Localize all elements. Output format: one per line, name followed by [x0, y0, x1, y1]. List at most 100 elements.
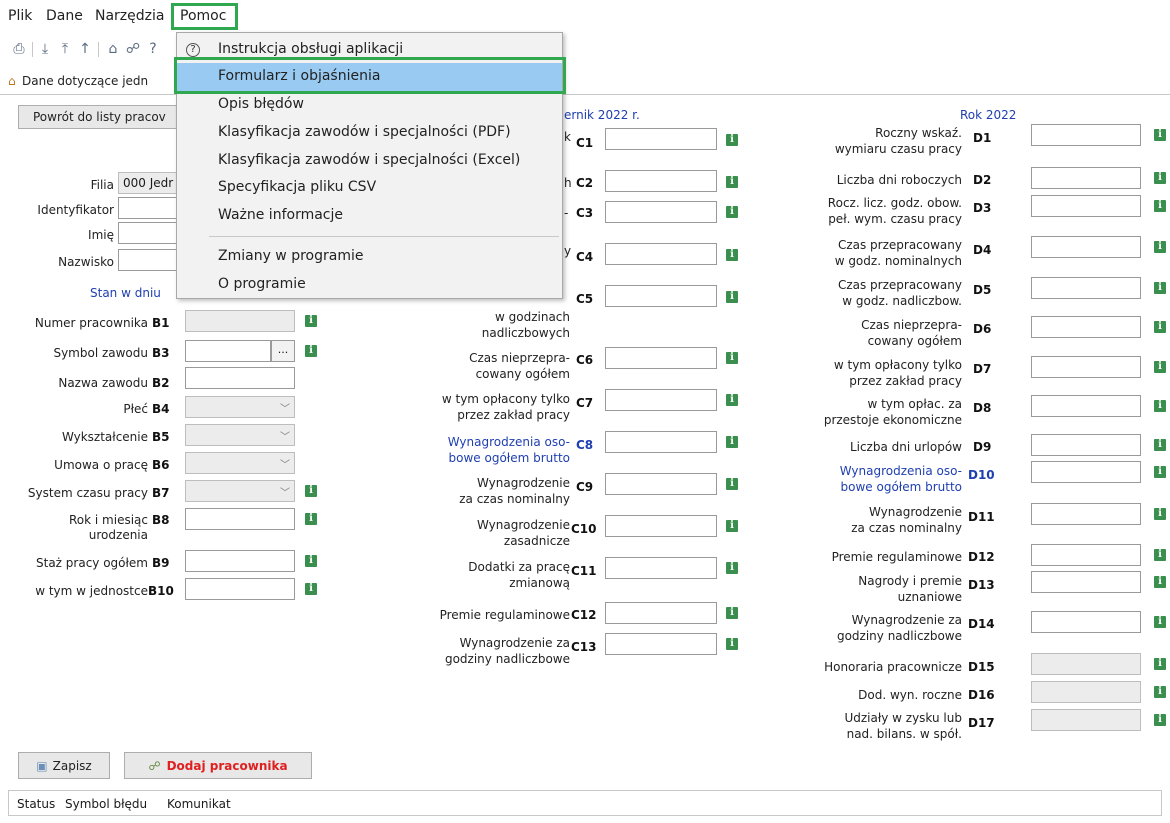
menu-dane[interactable]: Dane [46, 8, 83, 24]
info-icon[interactable]: i [726, 520, 738, 532]
d4-input[interactable] [1031, 236, 1141, 258]
b4-select[interactable]: ﹀ [185, 396, 295, 418]
info-icon[interactable]: i [726, 394, 738, 406]
info-icon[interactable]: i [1154, 616, 1166, 628]
b7-select[interactable]: ﹀ [185, 480, 295, 502]
upload-icon[interactable]: ↑ [76, 40, 94, 58]
identyfikator-input[interactable] [118, 197, 178, 219]
c10-input[interactable] [605, 515, 717, 537]
d3-input[interactable] [1031, 195, 1141, 217]
d12-input[interactable] [1031, 544, 1141, 566]
b3-browse-button[interactable]: ... [271, 340, 295, 362]
c6-input[interactable] [605, 347, 717, 369]
tab-dane-jednostki[interactable]: ⌂ Dane dotyczące jedn [8, 74, 148, 88]
menu-narzedzia[interactable]: Narzędzia [95, 8, 164, 24]
d2-input[interactable] [1031, 167, 1141, 189]
menu-item-klasyfikacja-excel[interactable]: Klasyfikacja zawodów i specjalności (Exc… [218, 152, 520, 168]
imie-input[interactable] [118, 222, 178, 244]
info-icon[interactable]: i [305, 513, 317, 525]
menu-item-o-programie[interactable]: O programie [218, 276, 306, 292]
info-icon[interactable]: i [1154, 361, 1166, 373]
d16-input[interactable] [1031, 681, 1141, 703]
info-icon[interactable]: i [1154, 576, 1166, 588]
d1-input[interactable] [1031, 124, 1141, 146]
menu-item-zmiany[interactable]: Zmiany w programie [218, 248, 363, 264]
d9-input[interactable] [1031, 434, 1141, 456]
info-icon[interactable]: i [1154, 200, 1166, 212]
info-icon[interactable]: i [1154, 508, 1166, 520]
d5-input[interactable] [1031, 277, 1141, 299]
print-icon[interactable]: ⎙ [10, 40, 28, 58]
info-icon[interactable]: i [1154, 172, 1166, 184]
info-icon[interactable]: i [1154, 282, 1166, 294]
menu-plik[interactable]: Plik [8, 8, 32, 24]
info-icon[interactable]: i [726, 352, 738, 364]
menu-item-opis-bledow[interactable]: Opis błędów [218, 96, 304, 112]
users-icon[interactable]: ☍ [124, 40, 142, 58]
info-icon[interactable]: i [726, 436, 738, 448]
b2-input[interactable] [185, 367, 295, 389]
save-button[interactable]: ▣ Zapisz [18, 752, 110, 779]
info-icon[interactable]: i [305, 345, 317, 357]
menu-item-wazne-informacje[interactable]: Ważne informacje [218, 207, 343, 223]
home-icon[interactable]: ⌂ [104, 40, 122, 58]
info-icon[interactable]: i [1154, 241, 1166, 253]
add-employee-button[interactable]: ☍ Dodaj pracownika [124, 752, 312, 779]
info-icon[interactable]: i [1154, 466, 1166, 478]
nazwisko-input[interactable] [118, 249, 178, 271]
b10-input[interactable] [185, 578, 295, 600]
info-icon[interactable]: i [305, 555, 317, 567]
d13-input[interactable] [1031, 571, 1141, 593]
help-icon[interactable]: ? [144, 40, 162, 58]
status-col-status[interactable]: Status [17, 797, 55, 811]
c3-input[interactable] [605, 201, 717, 223]
info-icon[interactable]: i [1154, 439, 1166, 451]
filia-select[interactable]: 000 Jedr [118, 172, 178, 194]
d8-input[interactable] [1031, 395, 1141, 417]
c7-input[interactable] [605, 389, 717, 411]
b5-select[interactable]: ﹀ [185, 424, 295, 446]
info-icon[interactable]: i [726, 478, 738, 490]
import-icon[interactable]: ⤓ [36, 40, 54, 58]
c13-input[interactable] [605, 633, 717, 655]
info-icon[interactable]: i [1154, 686, 1166, 698]
menu-item-instrukcja[interactable]: Instrukcja obsługi aplikacji [218, 41, 403, 57]
d6-input[interactable] [1031, 316, 1141, 338]
back-to-list-button[interactable]: Powrót do listy pracov [18, 105, 178, 129]
c9-input[interactable] [605, 473, 717, 495]
info-icon[interactable]: i [1154, 400, 1166, 412]
status-col-error-symbol[interactable]: Symbol błędu [65, 797, 147, 811]
info-icon[interactable]: i [726, 291, 738, 303]
info-icon[interactable]: i [726, 176, 738, 188]
b3-input[interactable] [185, 340, 271, 362]
d7-input[interactable] [1031, 356, 1141, 378]
c2-input[interactable] [605, 170, 717, 192]
c4-input[interactable] [605, 243, 717, 265]
menu-item-specyfikacja-csv[interactable]: Specyfikacja pliku CSV [218, 179, 376, 195]
c12-input[interactable] [605, 602, 717, 624]
d14-input[interactable] [1031, 611, 1141, 633]
info-icon[interactable]: i [1154, 549, 1166, 561]
info-icon[interactable]: i [305, 485, 317, 497]
d11-input[interactable] [1031, 503, 1141, 525]
b6-select[interactable]: ﹀ [185, 452, 295, 474]
c11-input[interactable] [605, 557, 717, 579]
info-icon[interactable]: i [305, 583, 317, 595]
info-icon[interactable]: i [726, 206, 738, 218]
c5-input[interactable] [605, 285, 717, 307]
info-icon[interactable]: i [726, 607, 738, 619]
d10-input[interactable] [1031, 461, 1141, 483]
c1-input[interactable] [605, 128, 717, 150]
info-icon[interactable]: i [1154, 321, 1166, 333]
d15-input[interactable] [1031, 653, 1141, 675]
info-icon[interactable]: i [305, 315, 317, 327]
info-icon[interactable]: i [726, 562, 738, 574]
b1-input[interactable] [185, 310, 295, 332]
info-icon[interactable]: i [1154, 129, 1166, 141]
status-col-message[interactable]: Komunikat [167, 797, 231, 811]
info-icon[interactable]: i [726, 249, 738, 261]
c8-input[interactable] [605, 431, 717, 453]
menu-item-klasyfikacja-pdf[interactable]: Klasyfikacja zawodów i specjalności (PDF… [218, 124, 511, 140]
info-icon[interactable]: i [1154, 658, 1166, 670]
export-icon[interactable]: ⤒ [56, 40, 74, 58]
